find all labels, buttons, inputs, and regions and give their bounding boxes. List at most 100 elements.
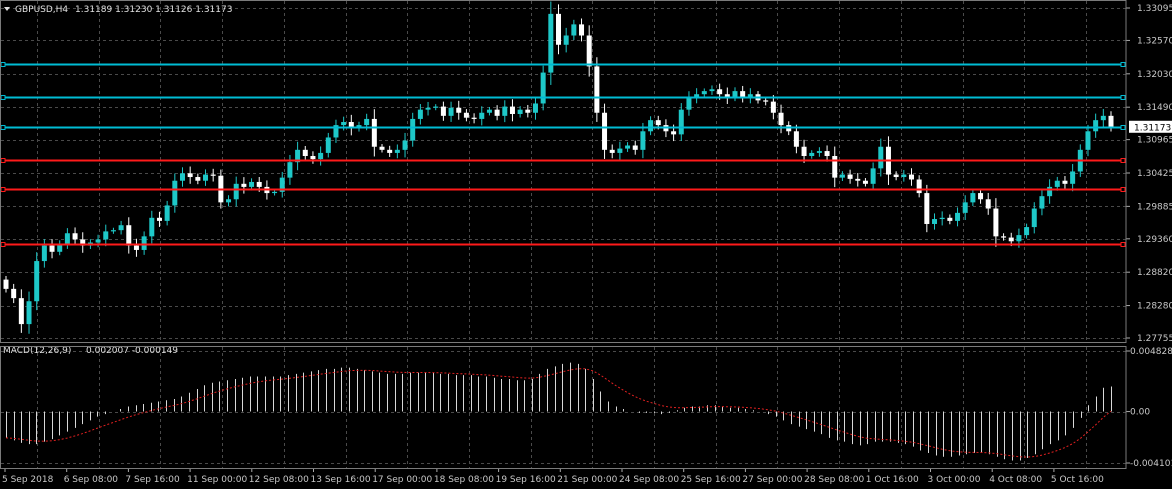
candle[interactable] <box>1047 179 1053 204</box>
candle[interactable] <box>80 232 86 253</box>
candle[interactable] <box>164 200 170 226</box>
candle[interactable] <box>3 275 9 293</box>
candle[interactable] <box>962 195 968 220</box>
level-handle-left[interactable] <box>0 158 6 163</box>
candle[interactable] <box>72 227 78 246</box>
trading-chart[interactable]: 1.33095 1.32570 1.32030 1.31490 1.30965 1.304… <box>0 0 1172 489</box>
candle[interactable] <box>241 177 247 194</box>
candle[interactable] <box>878 138 884 177</box>
candle[interactable] <box>724 87 730 104</box>
candle[interactable] <box>586 25 592 77</box>
candle[interactable] <box>602 103 608 159</box>
level-handle-right[interactable] <box>1120 187 1126 192</box>
candle[interactable] <box>149 210 155 244</box>
candle[interactable] <box>26 291 32 334</box>
candle[interactable] <box>502 100 508 123</box>
candle[interactable] <box>947 214 953 225</box>
candle[interactable] <box>118 220 124 235</box>
level-handle-left[interactable] <box>0 95 6 100</box>
candle[interactable] <box>440 101 446 121</box>
candle[interactable] <box>210 168 216 182</box>
candle[interactable] <box>609 144 615 159</box>
candle[interactable] <box>195 173 201 185</box>
candles[interactable] <box>3 1 1114 334</box>
candle[interactable] <box>678 103 684 141</box>
level-handle-left[interactable] <box>0 187 6 192</box>
candle[interactable] <box>179 167 185 187</box>
candle[interactable] <box>133 238 139 257</box>
candle[interactable] <box>463 109 469 122</box>
candle[interactable] <box>302 146 308 160</box>
level-line[interactable] <box>0 158 1126 163</box>
level-line[interactable] <box>0 62 1126 67</box>
candle[interactable] <box>333 119 339 143</box>
candle[interactable] <box>371 109 377 157</box>
candle[interactable] <box>486 106 492 116</box>
candle[interactable] <box>11 283 17 304</box>
candle[interactable] <box>901 169 907 182</box>
candle[interactable] <box>187 166 193 184</box>
level-handle-left[interactable] <box>0 125 6 130</box>
level-handle-right[interactable] <box>1120 158 1126 163</box>
candle[interactable] <box>1039 189 1045 216</box>
candle[interactable] <box>793 124 799 154</box>
candle[interactable] <box>694 88 700 104</box>
candle[interactable] <box>233 176 239 207</box>
candle[interactable] <box>939 211 945 226</box>
candle[interactable] <box>908 168 914 186</box>
candle[interactable] <box>287 154 293 185</box>
level-handle-right[interactable] <box>1120 242 1126 247</box>
candle[interactable] <box>64 228 70 249</box>
candle[interactable] <box>893 171 899 181</box>
candle[interactable] <box>1070 164 1076 192</box>
candle[interactable] <box>770 95 776 120</box>
candle[interactable] <box>648 116 654 136</box>
candle[interactable] <box>924 184 930 233</box>
candle[interactable] <box>1100 108 1106 128</box>
candle[interactable] <box>525 104 531 118</box>
candle[interactable] <box>410 112 416 147</box>
candle[interactable] <box>617 141 623 160</box>
candle[interactable] <box>801 139 807 163</box>
candle[interactable] <box>701 88 707 97</box>
candle[interactable] <box>625 142 631 152</box>
candle[interactable] <box>847 169 853 184</box>
candle[interactable] <box>548 1 554 85</box>
candle[interactable] <box>824 145 830 162</box>
candle[interactable] <box>955 207 961 227</box>
candle[interactable] <box>1093 113 1099 138</box>
candle[interactable] <box>348 114 354 136</box>
candle[interactable] <box>632 140 638 155</box>
candle[interactable] <box>686 91 692 116</box>
candle[interactable] <box>970 189 976 206</box>
candle[interactable] <box>532 96 538 120</box>
candle[interactable] <box>310 151 316 164</box>
candle[interactable] <box>862 178 868 187</box>
candle[interactable] <box>34 252 40 311</box>
candle[interactable] <box>126 217 132 254</box>
candle[interactable] <box>448 101 454 122</box>
candle[interactable] <box>379 144 385 153</box>
level-line[interactable] <box>0 125 1126 130</box>
level-line[interactable] <box>0 95 1126 100</box>
candle[interactable] <box>740 85 746 103</box>
candle[interactable] <box>103 224 109 247</box>
candle[interactable] <box>156 211 162 227</box>
candle[interactable] <box>110 227 116 234</box>
level-handle-right[interactable] <box>1120 95 1126 100</box>
candle[interactable] <box>870 162 876 190</box>
candle[interactable] <box>732 87 738 102</box>
candle[interactable] <box>556 4 561 55</box>
candle[interactable] <box>978 188 984 204</box>
level-line[interactable] <box>0 242 1126 247</box>
candle[interactable] <box>1062 176 1068 189</box>
level-handle-left[interactable] <box>0 62 6 67</box>
candle[interactable] <box>295 141 301 171</box>
candle[interactable] <box>916 175 922 198</box>
candle[interactable] <box>41 239 47 268</box>
candle[interactable] <box>387 145 393 157</box>
level-line[interactable] <box>0 187 1126 192</box>
candle[interactable] <box>747 88 753 104</box>
candle[interactable] <box>433 104 439 111</box>
candle[interactable] <box>325 132 331 158</box>
